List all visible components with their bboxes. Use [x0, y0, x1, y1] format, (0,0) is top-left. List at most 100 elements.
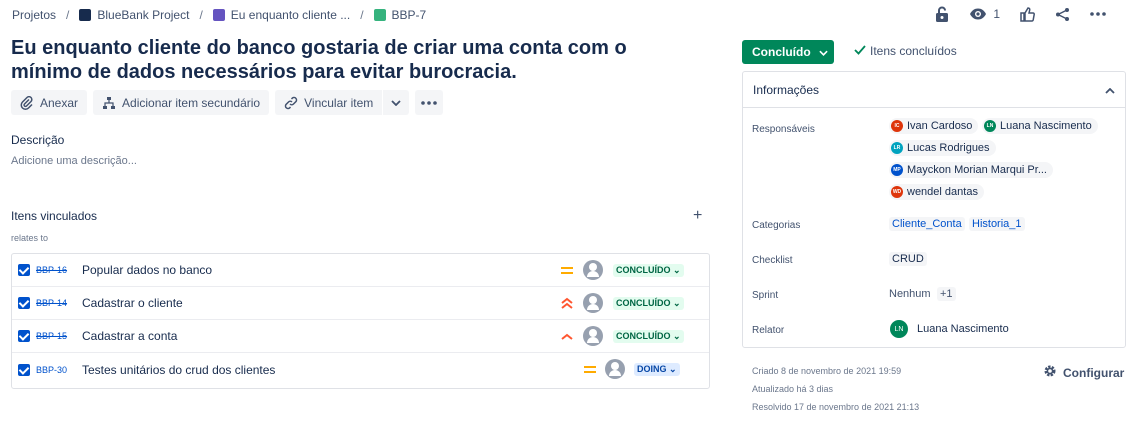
epic-icon [212, 9, 225, 21]
assignee-avatar [605, 359, 625, 379]
status-button[interactable]: Concluído [742, 40, 834, 64]
chevron-down-icon: ⌄ [670, 331, 681, 341]
linked-issue-row[interactable]: BBP-16 Popular dados no banco CONCLUÍDO … [12, 254, 709, 287]
checkbox-icon [18, 264, 30, 276]
resolved-date: Resolvido 17 de novembro de 2021 21:13 [752, 402, 920, 412]
assignee-chip[interactable]: LR Lucas Rodrigues [889, 140, 996, 156]
issue-summary[interactable]: Cadastrar o cliente [82, 296, 183, 310]
sprint-more-badge[interactable]: +1 [937, 287, 956, 301]
issue-summary[interactable]: Cadastrar a conta [82, 329, 177, 343]
assignee-name: Lucas Rodrigues [907, 142, 990, 154]
more-actions-button[interactable] [415, 90, 444, 115]
details-title: Informações [753, 82, 820, 97]
hierarchy-icon [102, 96, 116, 110]
sprint-label: Sprint [752, 290, 779, 301]
watcher-count: 1 [993, 7, 1000, 21]
issue-title[interactable]: Eu enquanto cliente do banco gostaria de… [11, 36, 681, 84]
avatar: IC [891, 120, 903, 132]
assignees-label: Responsáveis [752, 124, 815, 135]
details-panel: Informações Responsáveis IC Ivan Cardoso … [742, 71, 1126, 348]
description-label: Descrição [11, 133, 65, 147]
details-panel-header[interactable]: Informações [743, 72, 1125, 108]
issue-summary[interactable]: Testes unitários do crud dos clientes [82, 363, 275, 377]
add-link-plus-icon[interactable]: + [693, 207, 702, 225]
check-icon [854, 44, 866, 58]
breadcrumb-projects[interactable]: Projetos [12, 8, 56, 22]
priority-highest-icon [560, 296, 574, 310]
priority-medium-icon [560, 263, 574, 277]
avatar: WD [891, 186, 903, 198]
thumbs-up-icon[interactable] [1020, 6, 1035, 22]
linked-issue-row[interactable]: BBP-30 Testes unitários do crud dos clie… [12, 353, 709, 386]
assignee-name: wendel dantas [907, 186, 978, 198]
linked-issues-title: Itens vinculados [11, 209, 98, 223]
breadcrumb-parent[interactable]: Eu enquanto cliente ... [231, 8, 350, 22]
assignee-name: Ivan Cardoso [907, 120, 973, 132]
issue-toolbar: Anexar Adicionar item secundário Vincula… [11, 90, 444, 115]
reporter-name[interactable]: Luana Nascimento [917, 323, 1009, 335]
resolution-note: Itens concluídos [854, 44, 957, 58]
configure-button[interactable]: Configurar [1043, 364, 1124, 381]
breadcrumb-project[interactable]: BlueBank Project [97, 8, 189, 22]
share-icon[interactable] [1055, 7, 1070, 22]
link-icon [284, 96, 298, 110]
issue-summary[interactable]: Popular dados no banco [82, 263, 212, 277]
status-label: CONCLUÍDO [616, 265, 671, 275]
more-icon[interactable] [1090, 12, 1106, 16]
link-issue-label: Vincular item [304, 95, 374, 110]
priority-medium-icon [583, 362, 597, 376]
link-dropdown-button[interactable] [383, 90, 410, 115]
breadcrumb-issue[interactable]: BBP-7 [392, 8, 427, 22]
issue-key[interactable]: BBP-14 [36, 298, 67, 308]
relation-label: relates to [11, 233, 49, 243]
linked-issue-row[interactable]: BBP-15 Cadastrar a conta CONCLUÍDO ⌄ [12, 320, 709, 353]
chevron-down-icon [391, 99, 401, 106]
categories-label: Categorias [752, 220, 801, 231]
status-badge[interactable]: DOING ⌄ [634, 363, 680, 376]
link-button-group: Vincular item [275, 90, 410, 115]
chevron-down-icon: ⌄ [670, 265, 681, 275]
issue-key[interactable]: BBP-30 [36, 365, 67, 375]
linked-issue-row[interactable]: BBP-14 Cadastrar o cliente CONCLUÍDO ⌄ [12, 287, 709, 320]
chevron-down-icon [818, 45, 828, 59]
lock-icon[interactable] [935, 6, 949, 22]
priority-high-icon [560, 329, 574, 343]
status-badge[interactable]: CONCLUÍDO ⌄ [613, 330, 684, 343]
breadcrumb-separator: / [66, 8, 70, 22]
checkbox-icon [18, 363, 30, 376]
project-icon [79, 9, 92, 21]
created-date: Criado 8 de novembro de 2021 19:59 [752, 366, 902, 376]
description-placeholder[interactable]: Adicione uma descrição... [11, 155, 137, 167]
status-badge[interactable]: CONCLUÍDO ⌄ [613, 264, 684, 277]
breadcrumb-separator: / [360, 8, 364, 22]
checklist-tag[interactable]: CRUD [889, 252, 927, 266]
link-issue-button[interactable]: Vincular item [275, 90, 383, 115]
assignee-chip[interactable]: MP Mayckon Morian Marqui Pr... [889, 162, 1053, 178]
paperclip-icon [20, 95, 34, 110]
updated-date: Atualizado há 3 dias [752, 384, 834, 394]
issue-key[interactable]: BBP-16 [36, 265, 67, 275]
status-badge[interactable]: CONCLUÍDO ⌄ [613, 297, 684, 310]
attach-label: Anexar [40, 95, 79, 110]
category-tag[interactable]: Historia_1 [969, 217, 1025, 231]
assignee-chip[interactable]: LN Luana Nascimento [982, 118, 1098, 134]
assignee-chip[interactable]: WD wendel dantas [889, 184, 984, 200]
status-label: DOING [637, 364, 667, 374]
sprint-value[interactable]: Nenhum [889, 288, 931, 300]
add-child-button[interactable]: Adicionar item secundário [93, 90, 270, 115]
status-label: CONCLUÍDO [616, 331, 671, 341]
watch-button[interactable]: 1 [969, 7, 1000, 21]
attach-button[interactable]: Anexar [11, 90, 88, 115]
avatar: LR [891, 142, 903, 154]
add-child-label: Adicionar item secundário [122, 95, 261, 110]
avatar: LN [984, 120, 996, 132]
assignee-chip[interactable]: IC Ivan Cardoso [889, 118, 979, 134]
category-tag[interactable]: Cliente_Conta [889, 217, 965, 231]
assignee-avatar [583, 326, 603, 346]
assignee-name: Mayckon Morian Marqui Pr... [907, 164, 1047, 176]
reporter-label: Relator [752, 325, 785, 336]
resolution-label: Itens concluídos [870, 44, 957, 58]
issue-key[interactable]: BBP-15 [36, 331, 67, 341]
eye-icon [969, 8, 987, 20]
story-icon [373, 9, 386, 21]
